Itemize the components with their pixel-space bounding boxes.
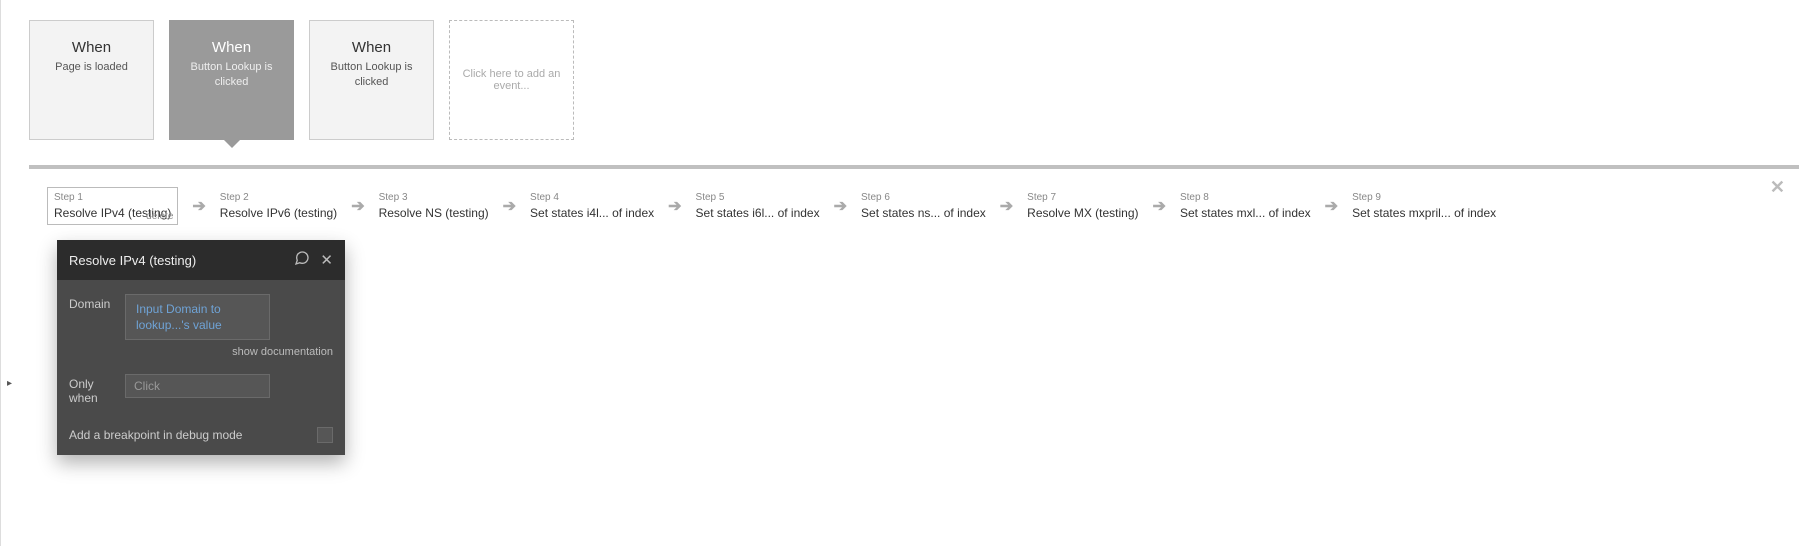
only-when-label: Only when xyxy=(69,374,125,405)
arrow-icon: ➔ xyxy=(497,196,522,216)
step-label: Step 3 xyxy=(379,192,489,203)
show-documentation-link[interactable]: show documentation xyxy=(69,346,333,358)
event-when-label: When xyxy=(352,39,391,56)
event-desc: Button Lookup is clicked xyxy=(170,60,293,91)
editor-header[interactable]: Resolve IPv4 (testing) ✕ xyxy=(57,240,345,280)
arrow-icon: ➔ xyxy=(662,196,687,216)
step-name: Set states i6l... of index xyxy=(696,206,820,220)
step-2[interactable]: Step 2 Resolve IPv6 (testing) xyxy=(220,192,337,220)
close-steps-button[interactable]: ✕ xyxy=(1770,177,1785,198)
step-name: Set states mxpril... of index xyxy=(1352,206,1496,220)
step-label: Step 7 xyxy=(1027,192,1138,203)
arrow-icon: ➔ xyxy=(1147,196,1172,216)
event-when-label: When xyxy=(72,39,111,56)
add-event-label: Click here to add an event... xyxy=(462,68,561,92)
step-label: Step 2 xyxy=(220,192,337,203)
step-label: Step 8 xyxy=(1180,192,1311,203)
step-label: Step 4 xyxy=(530,192,654,203)
step-label: Step 1 xyxy=(54,192,171,203)
step-label: Step 9 xyxy=(1352,192,1496,203)
event-desc: Page is loaded xyxy=(47,60,136,75)
only-when-input[interactable]: Click xyxy=(125,374,270,398)
add-event-button[interactable]: Click here to add an event... xyxy=(449,20,574,140)
step-name: Resolve IPv6 (testing) xyxy=(220,206,337,220)
domain-label: Domain xyxy=(69,294,125,311)
selected-pointer-icon xyxy=(223,139,241,148)
arrow-icon: ➔ xyxy=(345,196,370,216)
comment-icon[interactable] xyxy=(294,250,310,270)
step-1[interactable]: Step 1 Resolve IPv4 (testing) delete xyxy=(47,187,178,225)
arrow-icon: ➔ xyxy=(828,196,853,216)
breakpoint-label: Add a breakpoint in debug mode xyxy=(69,428,242,442)
event-when-label: When xyxy=(212,39,251,56)
step-5[interactable]: Step 5 Set states i6l... of index xyxy=(696,192,820,220)
arrow-icon: ➔ xyxy=(994,196,1019,216)
event-card-lookup-clicked-1[interactable]: When Button Lookup is clicked xyxy=(169,20,294,140)
step-name: Set states ns... of index xyxy=(861,206,986,220)
step-8[interactable]: Step 8 Set states mxl... of index xyxy=(1180,192,1311,220)
step-7[interactable]: Step 7 Resolve MX (testing) xyxy=(1027,192,1138,220)
step-label: Step 6 xyxy=(861,192,986,203)
event-desc: Button Lookup is clicked xyxy=(310,60,433,91)
arrow-icon: ➔ xyxy=(1319,196,1344,216)
steps-row: Step 1 Resolve IPv4 (testing) delete ➔ S… xyxy=(47,187,1787,225)
close-editor-button[interactable]: ✕ xyxy=(320,251,333,269)
arrow-icon: ➔ xyxy=(186,196,211,216)
step-6[interactable]: Step 6 Set states ns... of index xyxy=(861,192,986,220)
domain-binding-input[interactable]: Input Domain to lookup...'s value xyxy=(125,294,270,340)
panel-expand-handle[interactable]: ▸ xyxy=(7,378,12,389)
step-name: Resolve NS (testing) xyxy=(379,206,489,220)
breakpoint-checkbox[interactable] xyxy=(317,427,333,443)
step-editor-panel: Resolve IPv4 (testing) ✕ Domain Input Do… xyxy=(57,240,345,455)
step-name: Resolve MX (testing) xyxy=(1027,206,1138,220)
event-card-page-loaded[interactable]: When Page is loaded xyxy=(29,20,154,140)
step-delete-link[interactable]: delete xyxy=(146,211,173,222)
step-3[interactable]: Step 3 Resolve NS (testing) xyxy=(379,192,489,220)
editor-body: Domain Input Domain to lookup...'s value… xyxy=(57,280,345,455)
step-9[interactable]: Step 9 Set states mxpril... of index xyxy=(1352,192,1496,220)
step-4[interactable]: Step 4 Set states i4l... of index xyxy=(530,192,654,220)
step-name: Set states mxl... of index xyxy=(1180,206,1311,220)
editor-title: Resolve IPv4 (testing) xyxy=(69,253,196,268)
step-name: Set states i4l... of index xyxy=(530,206,654,220)
event-card-lookup-clicked-2[interactable]: When Button Lookup is clicked xyxy=(309,20,434,140)
step-label: Step 5 xyxy=(696,192,820,203)
events-row: When Page is loaded When Button Lookup i… xyxy=(29,20,1799,140)
